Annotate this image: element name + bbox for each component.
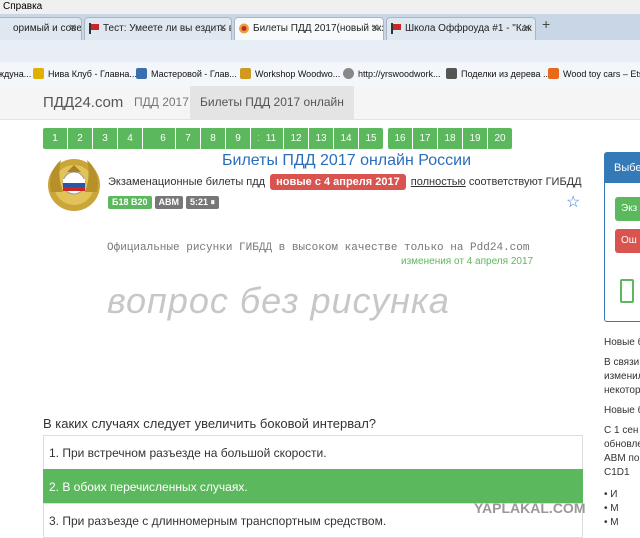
answer-option[interactable]: 1. При встречном разъезде на большой ско… [43,435,583,470]
nav-link-tickets-online[interactable]: Билеты ПДД 2017 онлайн [190,86,354,119]
ticket-number-button[interactable]: 6 [151,128,175,149]
ticket-badge: Б18 В20 [108,196,152,209]
new-tab-button[interactable]: + [542,16,550,32]
ticket-number-button[interactable]: 19 [463,128,487,149]
no-image-placeholder: вопрос без рисунка [107,280,450,321]
workshop-icon [240,68,251,79]
tab-title: Школа Оффроуда #1 - "Как [405,23,532,34]
right-panel-text: Новые б [604,337,640,348]
right-panel-text: Новые б [604,405,640,416]
ticket-number-button[interactable]: 4 [118,128,142,149]
bookmark-item[interactable]: Wood toy cars – Ets... [548,62,640,86]
ticket-number-button[interactable]: 2 [68,128,92,149]
ticket-badges: Б18 В20 ABM 5:21 ⏸ [108,196,220,209]
image-caption: Официальные рисунки ГИБДД в высоком каче… [107,242,530,254]
bookmarks-bar: ждуна... Нива Клуб - Главна... Мастерово… [0,62,640,87]
browser-tab-active[interactable]: Билеты ПДД 2017(новый экза ✕ [234,17,384,40]
right-panel-text: С 1 сен [604,425,639,436]
site-brand[interactable]: ПДД24.com [43,94,123,111]
close-icon[interactable]: ✕ [523,18,531,40]
errors-button[interactable]: Ош [615,229,640,253]
ticket-number-button[interactable]: 15 [359,128,383,149]
flag-icon [89,23,99,34]
ticket-number-button[interactable]: 7 [176,128,200,149]
bookmark-item[interactable]: ждуна... [0,62,31,86]
ticket-number-button[interactable]: 12 [284,128,308,149]
right-panel-list-item: • И [604,489,618,500]
tab-title: Билеты ПДД 2017(новый экза [253,23,384,34]
bookmark-item[interactable]: Мастеровой - Глав... [136,62,237,86]
car-club-icon [33,68,44,79]
question-text: В каких случаях следует увеличить боково… [43,416,377,431]
new-tickets-badge: новые с 4 апреля 2017 [270,174,406,190]
watermark: YAPLAKAL.COM [474,500,586,516]
right-panel-text: обновле [604,439,640,450]
woodcraft-icon [446,68,457,79]
mobile-phone-icon [620,279,634,303]
close-icon[interactable]: ✕ [69,18,77,40]
tab-title: Тест: Умеете ли вы ездить в Р [103,23,232,34]
ticket-number-button[interactable]: 20 [488,128,512,149]
ticket-number-button[interactable]: 8 [201,128,225,149]
ticket-pager-group: 1 2 3 4 5 [43,128,167,149]
changes-note: изменения от 4 апреля 2017 [401,256,534,267]
pdd24-favicon-icon [239,23,249,34]
nav-link-pdd2017[interactable]: ПДД 2017 [124,86,199,119]
category-badge: ABM [154,196,183,209]
ticket-number-button[interactable]: 17 [413,128,437,149]
flag-icon [391,23,401,34]
ticket-number-button[interactable]: 3 [93,128,117,149]
address-bar-area [0,40,640,63]
fully-link[interactable]: полностью [411,176,466,188]
right-panel-text: некотор [604,385,640,396]
ticket-number-button[interactable]: 18 [438,128,462,149]
bookmark-item[interactable]: Workshop Woodwo... [240,62,340,86]
close-icon[interactable]: ✕ [371,18,379,40]
masterovoy-icon [136,68,147,79]
answer-option-correct[interactable]: 2. В обоих перечисленных случаях. [43,469,583,504]
right-panel-text: В связи [604,357,640,368]
right-panel-text: АВМ по [604,453,640,464]
traffic-police-emblem-icon [48,159,100,211]
right-panel-card: Выбе Экз Ош [604,152,640,322]
bookmark-item[interactable]: http://yrswoodwork... [343,62,441,86]
ticket-pager-group: 6 7 8 9 10 [151,128,275,149]
page-title: Билеты ПДД 2017 онлайн России [222,152,471,169]
globe-icon [343,68,354,79]
menu-help[interactable]: Справка [0,1,42,12]
ticket-number-button[interactable]: 9 [226,128,250,149]
browser-tab[interactable]: Школа Оффроуда #1 - "Как ✕ [386,17,536,40]
ticket-pager-group: 16 17 18 19 20 [388,128,512,149]
bookmark-item[interactable]: Нива Клуб - Главна... [33,62,137,86]
right-panel-list-item: • М [604,517,619,528]
ticket-number-button[interactable]: 16 [388,128,412,149]
favorite-star-icon[interactable]: ☆ [566,192,580,212]
site-navbar: ПДД24.com ПДД 2017 Билеты ПДД 2017 онлай… [0,86,640,120]
menu-bar: Справка [0,0,640,15]
right-panel-text: изменил [604,371,640,382]
browser-tab[interactable]: Тест: Умеете ли вы ездить в Р ✕ [84,17,232,40]
ticket-number-button[interactable]: 1 [43,128,67,149]
ticket-pager-group: 11 12 13 14 15 [259,128,383,149]
answer-list: 1. При встречном разъезде на большой ско… [43,435,583,538]
ticket-number-button[interactable]: 11 [259,128,283,149]
timer-badge[interactable]: 5:21 ⏸ [186,196,220,209]
page-subtitle: Экзаменационные билеты пдд новые с 4 апр… [108,174,582,190]
close-icon[interactable]: ✕ [219,18,227,40]
tab-strip: оримый и совер ✕ Тест: Умеете ли вы езди… [0,14,640,40]
etsy-icon [548,68,559,79]
bookmark-item[interactable]: Поделки из дерева ... [446,62,551,86]
ticket-number-button[interactable]: 14 [334,128,358,149]
browser-tab[interactable]: оримый и совер ✕ [0,17,82,40]
right-panel-heading: Выбе [605,153,640,183]
right-panel-text: C1D1 [604,467,630,478]
exam-button[interactable]: Экз [615,197,640,221]
ticket-number-button[interactable]: 13 [309,128,333,149]
right-panel-list-item: • М [604,503,619,514]
